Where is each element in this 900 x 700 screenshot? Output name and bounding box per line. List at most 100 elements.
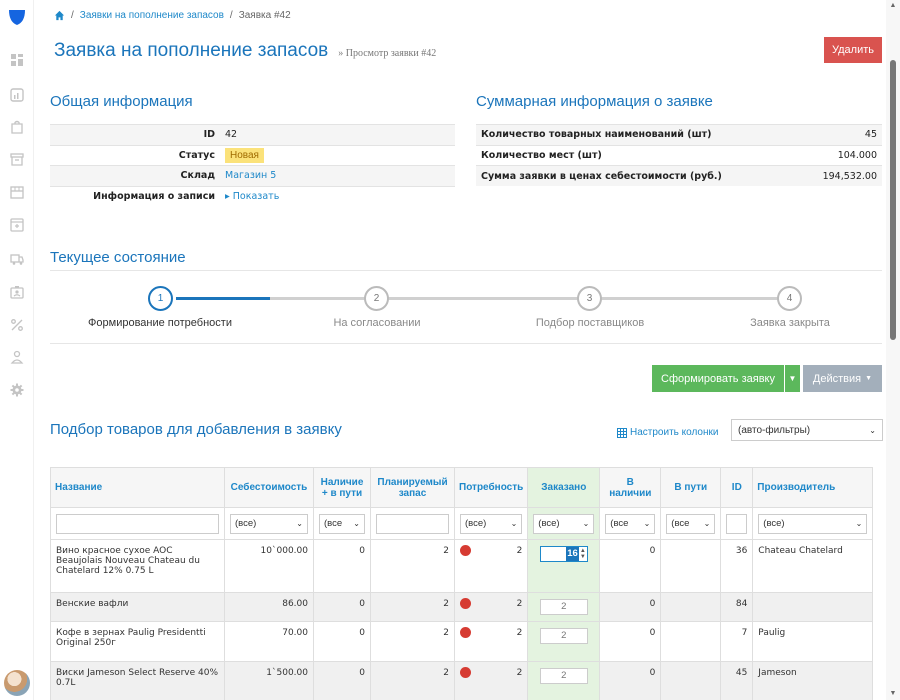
breadcrumb-link-requests[interactable]: Заявки на пополнение запасов — [80, 10, 224, 21]
cell-need: 2 — [453, 539, 529, 593]
column-header-in-transit[interactable]: В пути — [660, 467, 722, 508]
percent-icon[interactable] — [10, 318, 24, 332]
filter-in-stock-select[interactable]: (все ⌄ — [605, 513, 656, 534]
spinner-arrows-icon[interactable]: ▲ ▼ — [580, 548, 586, 560]
table-row[interactable]: Венские вафли 86.00 0 2 2 2 0 84 — [50, 592, 874, 622]
cell-ordered: 2 — [527, 621, 601, 662]
cell-cost: 86.00 — [224, 592, 314, 622]
column-header-name[interactable]: Название — [50, 467, 225, 508]
table-row[interactable]: Кофе в зернах Paulig Presidentti Origina… — [50, 621, 874, 662]
record-info-show-link[interactable]: ▸ Показать — [225, 191, 279, 202]
sidebar — [0, 0, 34, 700]
cell-in-transit — [660, 661, 722, 700]
column-header-need[interactable]: Потребность — [453, 467, 529, 508]
table-row[interactable]: Вино красное сухое AOC Beaujolais Nouvea… — [50, 539, 874, 593]
id-card-icon[interactable] — [10, 285, 24, 299]
current-state-title: Текущее состояние — [50, 249, 186, 266]
progress-line-pending — [270, 297, 790, 300]
column-header-in-stock[interactable]: В наличии — [599, 467, 662, 508]
configure-columns-link[interactable]: Настроить колонки — [617, 427, 718, 438]
scroll-down-icon[interactable]: ▼ — [889, 690, 897, 698]
ordered-quantity-input[interactable]: 2 — [539, 668, 588, 684]
breadcrumb-current: Заявка #42 — [238, 10, 291, 21]
filter-name-input[interactable] — [56, 513, 219, 534]
filter-ordered-select[interactable]: (все) ⌄ — [533, 513, 595, 534]
user-avatar[interactable] — [4, 670, 30, 696]
step-4-circle[interactable]: 4 — [777, 286, 802, 311]
filter-available-select[interactable]: (все ⌄ — [319, 513, 365, 534]
filter-need-select[interactable]: (все) ⌄ — [460, 513, 523, 534]
column-header-ordered[interactable]: Заказано — [527, 467, 601, 508]
page-title-text: Заявка на пополнение запасов — [54, 40, 329, 61]
caret-down-icon: ▼ — [865, 375, 873, 382]
filter-manufacturer-select[interactable]: (все) ⌄ — [758, 513, 868, 534]
shopping-bag-icon[interactable] — [10, 120, 24, 134]
filter-in-transit-select[interactable]: (все ⌄ — [666, 513, 716, 534]
products-table: Название Себестоимость Наличие + в пути … — [50, 467, 874, 700]
page-title: Заявка на пополнение запасов » Просмотр … — [54, 40, 436, 62]
chevron-down-icon: ⌄ — [353, 519, 360, 528]
column-header-manufacturer[interactable]: Производитель — [752, 467, 874, 508]
step-2-circle[interactable]: 2 — [364, 286, 389, 311]
cell-cost: 10`000.00 — [224, 539, 314, 593]
need-value: 2 — [516, 668, 523, 678]
ordered-quantity-input[interactable]: 2 — [539, 628, 588, 644]
box-icon[interactable] — [10, 218, 24, 232]
filter-planned-input[interactable] — [376, 513, 449, 534]
cell-planned: 2 — [370, 592, 455, 622]
filter-id-input[interactable] — [726, 513, 748, 534]
user-icon[interactable] — [10, 350, 24, 364]
cell-manufacturer: Chateau Chatelard — [752, 539, 874, 593]
breadcrumb-separator: / — [71, 10, 74, 21]
need-value: 2 — [516, 599, 523, 609]
actions-dropdown-button[interactable]: Действия ▼ — [803, 365, 882, 392]
cell-planned: 2 — [370, 621, 455, 662]
summary-key-sum: Сумма заявки в ценах себестоимости (руб.… — [476, 165, 800, 186]
cell-need: 2 — [453, 661, 529, 700]
column-header-id[interactable]: ID — [720, 467, 754, 508]
column-header-available-transit[interactable]: Наличие + в пути — [313, 467, 371, 508]
archive-icon[interactable] — [10, 152, 24, 166]
cell-available: 0 — [313, 539, 371, 593]
table-header-row: Название Себестоимость Наличие + в пути … — [50, 467, 874, 508]
product-picker-title: Подбор товаров для добавления в заявку — [50, 421, 342, 438]
configure-columns-label: Настроить колонки — [630, 427, 719, 438]
summary-key-items: Количество товарных наименований (шт) — [476, 124, 800, 145]
filter-cost-select[interactable]: (все) ⌄ — [230, 513, 308, 534]
dashboard-icon[interactable] — [10, 53, 24, 67]
scroll-up-icon[interactable]: ▲ — [889, 2, 897, 10]
store-icon[interactable] — [10, 185, 24, 199]
app-logo-icon[interactable] — [7, 7, 27, 27]
page-scrollbar[interactable]: ▲ ▼ — [886, 0, 900, 700]
form-request-dropdown-toggle[interactable]: ▼ — [785, 365, 800, 392]
column-header-planned-stock[interactable]: Планируемый запас — [370, 467, 455, 508]
home-icon[interactable] — [54, 10, 65, 21]
step-3-circle[interactable]: 3 — [577, 286, 602, 311]
cell-in-transit — [660, 539, 722, 593]
need-status-dot-icon — [460, 598, 471, 609]
chevron-down-icon: ⌄ — [510, 519, 518, 528]
settings-gear-icon[interactable] — [10, 383, 24, 397]
column-header-cost[interactable]: Себестоимость — [224, 467, 314, 508]
table-row[interactable]: Виски Jameson Select Reserve 40% 0.7L 1`… — [50, 661, 874, 700]
autofilter-select[interactable]: (авто-фильтры) ⌄ — [731, 419, 883, 441]
ordered-quantity-input[interactable]: 16 ▲ ▼ — [539, 546, 588, 562]
delivery-truck-icon[interactable] — [10, 252, 24, 266]
form-request-button[interactable]: Сформировать заявку — [652, 365, 784, 392]
actions-label: Действия — [812, 372, 862, 385]
scroll-thumb[interactable] — [890, 60, 896, 340]
step-1-circle[interactable]: 1 — [148, 286, 173, 311]
step-1-label: Формирование потребности — [88, 317, 232, 329]
cell-planned: 2 — [370, 661, 455, 700]
delete-button[interactable]: Удалить — [824, 37, 882, 63]
ordered-quantity-input[interactable]: 2 — [539, 599, 588, 615]
divider — [50, 270, 882, 271]
cell-ordered: 2 — [527, 661, 601, 700]
chevron-down-icon: ⌄ — [869, 425, 876, 435]
autofilter-value: (авто-фильтры) — [738, 424, 811, 436]
need-status-dot-icon — [460, 667, 471, 678]
reports-icon[interactable] — [10, 88, 24, 102]
filter-value: (все — [610, 518, 629, 529]
warehouse-link[interactable]: Магазин 5 — [225, 170, 276, 181]
filter-value: (все — [324, 518, 343, 529]
